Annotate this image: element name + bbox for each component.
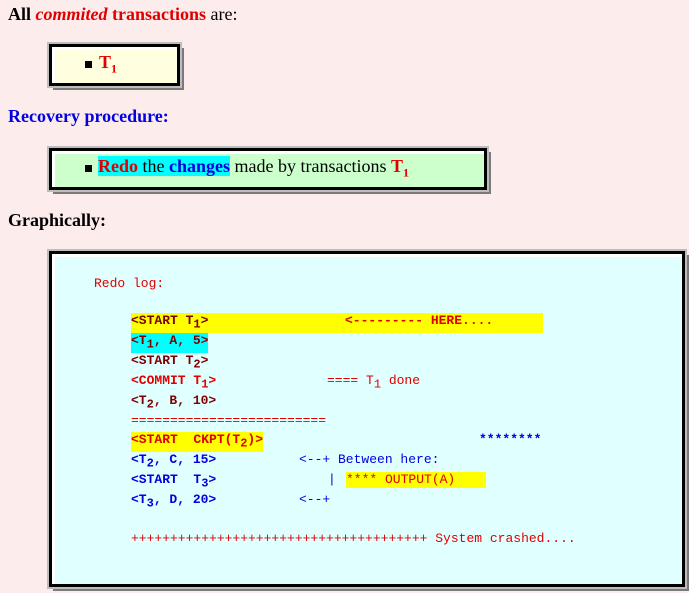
heading-mid: transactions: [107, 4, 206, 24]
between-here-note: <--+ Between here:: [299, 452, 440, 467]
heading-prefix: All: [8, 4, 36, 24]
log-row-start-t2: <START T2>: [131, 353, 209, 372]
log-row-t1-a: <T1, A, 5>: [131, 333, 209, 353]
recovery-heading: Recovery procedure:: [8, 106, 169, 126]
log-row-commit-t1: <COMMIT T1>: [131, 373, 217, 392]
heading-suffix: are:: [206, 4, 238, 24]
committed-list-box: T1: [47, 42, 182, 88]
the-word: the: [138, 156, 169, 176]
log-separator: =========================: [131, 413, 327, 428]
log-row-t3-d: <T3, D, 20>: [131, 492, 217, 511]
graphically-heading: Graphically:: [8, 210, 106, 230]
changes-word: changes: [169, 156, 231, 176]
log-row-start-ckpt: <START CKPT(T2)>: [131, 432, 264, 452]
t1-done-note: ==== T1 done: [327, 373, 421, 392]
committed-heading: All commited transactions are:: [8, 4, 237, 25]
recovery-rest: made by transactions: [230, 156, 391, 176]
log-title: Redo log:: [94, 276, 165, 291]
committed-transaction: T1: [99, 52, 118, 76]
bullet-icon: [85, 61, 92, 68]
redo-log-box: Redo log: <START T1> <--------- HERE....…: [47, 249, 687, 589]
output-marker: **** OUTPUT(A): [346, 472, 486, 488]
recovery-transaction: T1: [390, 156, 409, 180]
log-row-start-t3: <START T3>: [131, 472, 217, 491]
here-marker: <--------- HERE....: [345, 313, 494, 328]
between-end-arrow: <--+: [299, 492, 331, 507]
system-crashed-line: ++++++++++++++++++++++++++++++++++++++ S…: [131, 531, 576, 546]
heading-emph: commited: [35, 4, 108, 24]
recovery-box: Redo the changes made by transactions T1: [47, 146, 489, 192]
stars-marker: ********: [479, 432, 542, 447]
log-row-t2-c: <T2, C, 15>: [131, 452, 217, 471]
recovery-text: Redo the changes made by transactions T1: [98, 156, 409, 181]
between-pipe: |: [328, 472, 336, 487]
redo-word: Redo: [98, 156, 138, 176]
log-row-t2-b: <T2, B, 10>: [131, 393, 217, 412]
bullet-icon: [85, 165, 92, 172]
